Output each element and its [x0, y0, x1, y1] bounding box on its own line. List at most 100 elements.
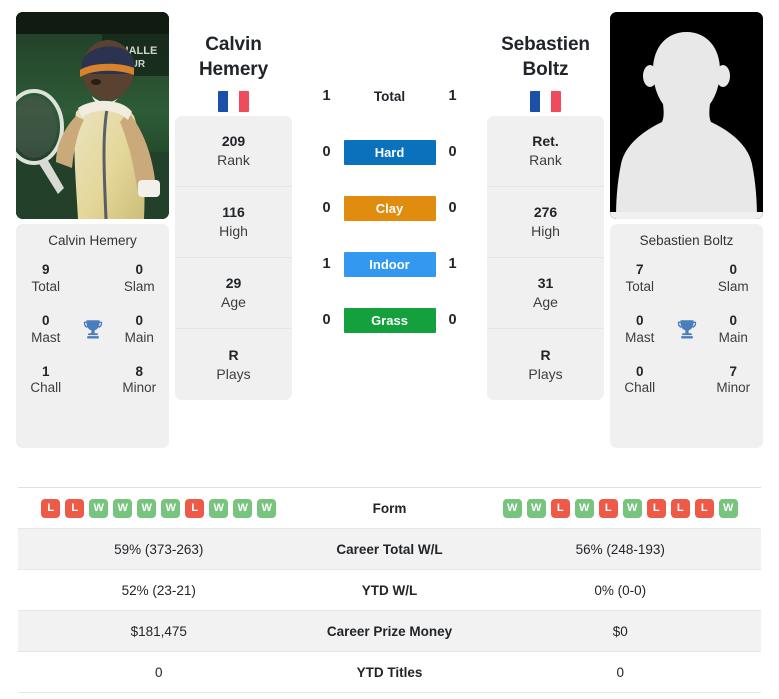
left-player-column: CHALLE TOUR — [16, 12, 169, 448]
left-first-name: Calvin — [205, 34, 262, 55]
trophy-icon — [70, 317, 116, 343]
form-badge-win: W — [718, 498, 738, 518]
h2h-right-count: 1 — [448, 88, 457, 104]
right-value: 0 — [616, 664, 624, 680]
h2h-left-count: 0 — [322, 144, 331, 160]
stat-value: Ret. — [532, 133, 559, 150]
left-player-titles-card: Calvin Hemery 9 Total 0 Slam 0 Mast 0 Ma… — [16, 224, 169, 448]
right-stat-column: Sebastien Boltz Ret. Rank 276 High 31 Ag… — [487, 12, 604, 400]
right-player-name-label: Sebastien Boltz — [639, 233, 734, 248]
h2h-right-count: 1 — [448, 256, 457, 272]
title-stat-value: 0 — [41, 312, 50, 328]
title-stat-label: Minor — [716, 380, 751, 396]
form-badge-win: W — [137, 498, 157, 518]
title-stat-chall: 1 Chall — [22, 364, 70, 398]
title-stat-value: 0 — [729, 312, 737, 328]
right-player-headline: Sebastien Boltz — [501, 32, 590, 82]
title-stat-value: 0 — [135, 312, 143, 328]
title-stat-label: Chall — [624, 380, 656, 396]
left-player-photo[interactable]: CHALLE TOUR — [16, 12, 169, 219]
form-badge-win: W — [113, 498, 133, 518]
right-value: 56% (248-193) — [575, 541, 665, 557]
right-last-name: Boltz — [522, 59, 569, 81]
title-stat-label: Slam — [717, 278, 749, 294]
title-stat-label: Mast — [31, 329, 61, 345]
stat-label: Rank — [529, 152, 562, 168]
title-stat-label: Total — [625, 278, 655, 294]
form-badge-loss: L — [185, 498, 205, 518]
title-stat-mast: 0 Mast — [22, 313, 70, 347]
comparison-stats-table: LLWWWWLWWW Form WWLWLWLLLW 59% (373-263)… — [18, 487, 761, 693]
h2h-left-count: 0 — [322, 312, 331, 328]
stat-label: High — [219, 223, 248, 239]
form-badge-loss: L — [694, 498, 714, 518]
title-stat-label: Mast — [625, 329, 655, 345]
stat-value: 29 — [225, 275, 242, 292]
title-stat-label: Slam — [123, 278, 155, 294]
h2h-left-count: 1 — [322, 88, 331, 104]
trophy-icon — [664, 317, 710, 343]
silhouette-placeholder-icon — [610, 12, 763, 219]
stat-value: 116 — [222, 204, 245, 221]
stat-label: Age — [533, 294, 558, 310]
h2h-surface-badge-clay[interactable]: Clay — [343, 195, 436, 221]
h2h-right-count: 0 — [448, 312, 457, 328]
title-stat-main: 0 Main — [116, 313, 164, 347]
title-stat-slam: 0 Slam — [710, 262, 758, 296]
right-stat-plays: R Plays — [487, 329, 604, 400]
right-name-block: Sebastien Boltz — [487, 12, 604, 116]
right-titles-grid: 7 Total 0 Slam 0 Mast 0 Main 0 Chall 7 M… — [616, 262, 757, 397]
flag-band-white — [540, 91, 551, 113]
h2h-row-hard: 0 Hard 0 — [296, 124, 483, 180]
h2h-left-count: 0 — [322, 200, 331, 216]
left-stat-card: 209 Rank 116 High 29 Age R Plays — [175, 116, 292, 400]
flag-band-red — [550, 91, 561, 113]
right-value: $0 — [612, 623, 628, 639]
right-stat-rank: Ret. Rank — [487, 116, 604, 187]
h2h-surface-badge-grass[interactable]: Grass — [343, 307, 436, 333]
surface-list: 1 Total 1 0 Hard 0 0 Clay 0 1 Indoor 1 0… — [296, 12, 483, 348]
title-stat-value: 0 — [635, 363, 644, 379]
title-stat-value: 0 — [729, 262, 737, 277]
left-name-block: Calvin Hemery — [175, 12, 292, 116]
h2h-right-count: 0 — [448, 200, 457, 216]
left-last-name: Hemery — [198, 59, 269, 81]
h2h-surface-badge-indoor[interactable]: Indoor — [343, 251, 436, 277]
form-badge-win: W — [233, 498, 253, 518]
flag-band-blue — [530, 91, 541, 113]
left-value: 52% (23-21) — [121, 582, 196, 598]
comparison-header: CHALLE TOUR — [0, 0, 779, 448]
h2h-row-indoor: 1 Indoor 1 — [296, 236, 483, 292]
form-badge-loss: L — [65, 498, 85, 518]
title-stat-slam: 0 Slam — [116, 262, 164, 296]
h2h-row-grass: 0 Grass 0 — [296, 292, 483, 348]
left-value: 59% (373-263) — [114, 541, 204, 557]
form-badge-loss: L — [646, 498, 666, 518]
right-form-strip: WWLWLWLLLW — [502, 498, 738, 518]
stat-label: Rank — [217, 152, 250, 168]
title-stat-main: 0 Main — [710, 313, 758, 347]
flag-band-white — [228, 91, 239, 113]
h2h-surface-label-total: Total — [373, 88, 406, 104]
right-player-photo[interactable] — [610, 12, 763, 219]
h2h-surface-badge-hard[interactable]: Hard — [343, 139, 436, 165]
stat-value: 276 — [533, 204, 558, 221]
title-stat-mast: 0 Mast — [616, 313, 664, 347]
table-row-career-total-wl: 59% (373-263) Career Total W/L 56% (248-… — [18, 529, 761, 570]
table-row-label: Career Prize Money — [326, 623, 453, 639]
table-row-ytd-wl: 52% (23-21) YTD W/L 0% (0-0) — [18, 570, 761, 611]
stat-value: 209 — [221, 133, 246, 150]
stat-label: Plays — [216, 365, 251, 382]
left-player-name-label: Calvin Hemery — [48, 233, 137, 248]
form-badge-loss: L — [41, 498, 61, 518]
stat-value: R — [540, 346, 551, 363]
h2h-left-count: 1 — [322, 256, 331, 272]
stat-label: Age — [221, 294, 246, 310]
title-stat-minor: 7 Minor — [710, 364, 758, 398]
right-player-column: Sebastien Boltz 7 Total 0 Slam 0 Mast 0 … — [610, 12, 763, 448]
table-row-career-prize-money: $181,475 Career Prize Money $0 — [18, 611, 761, 652]
form-badge-win: W — [89, 498, 109, 518]
right-country-flag-icon — [530, 91, 561, 113]
right-stat-card: Ret. Rank 276 High 31 Age R Plays — [487, 116, 604, 400]
left-stat-column: Calvin Hemery 209 Rank 116 High 29 Age R… — [175, 12, 292, 400]
